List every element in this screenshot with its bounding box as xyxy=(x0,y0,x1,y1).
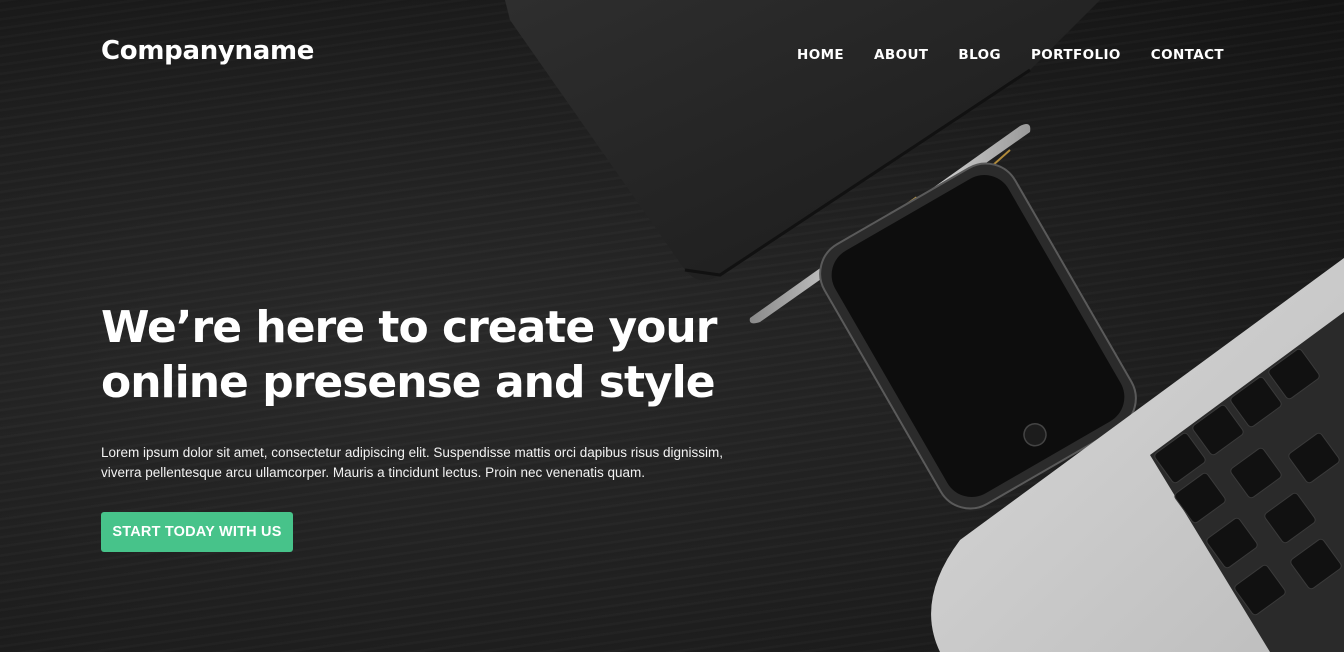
hero-description-line-2: viverra pellentesque arcu ullamcorper. M… xyxy=(101,465,646,480)
hero-description-line-1: Lorem ipsum dolor sit amet, consectetur … xyxy=(101,445,724,460)
main-nav: HOME ABOUT BLOG PORTFOLIO CONTACT xyxy=(797,47,1224,63)
hero-headline-line-1: We’re here to create your xyxy=(101,302,717,353)
start-today-button[interactable]: START TODAY WITH US xyxy=(101,512,293,552)
hero-headline: We’re here to create your online presens… xyxy=(101,300,741,410)
nav-contact[interactable]: CONTACT xyxy=(1151,47,1224,63)
company-logo[interactable]: Companyname xyxy=(101,36,314,66)
nav-portfolio[interactable]: PORTFOLIO xyxy=(1031,47,1121,63)
nav-about[interactable]: ABOUT xyxy=(874,47,928,63)
nav-home[interactable]: HOME xyxy=(797,47,844,63)
hero-headline-line-2: online presense and style xyxy=(101,357,716,408)
hero-description: Lorem ipsum dolor sit amet, consectetur … xyxy=(101,443,741,483)
nav-blog[interactable]: BLOG xyxy=(958,47,1001,63)
hero-section: Companyname HOME ABOUT BLOG PORTFOLIO CO… xyxy=(0,0,1344,652)
